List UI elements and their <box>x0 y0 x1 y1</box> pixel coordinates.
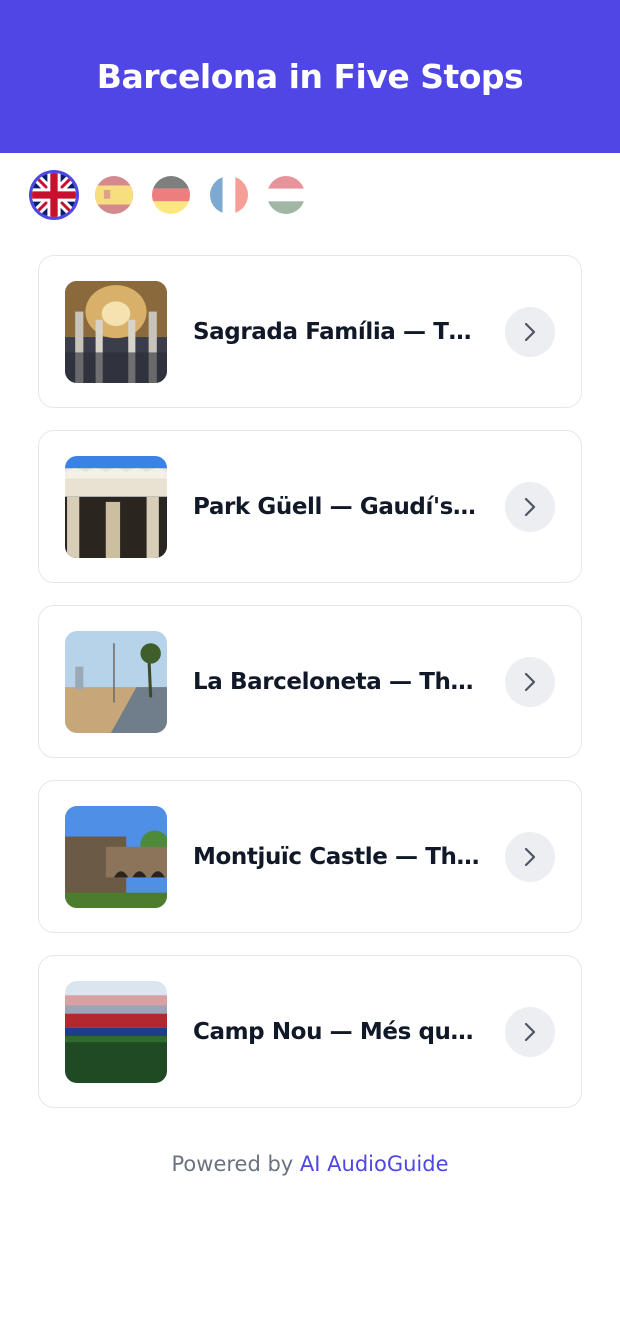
footer-prefix: Powered by <box>171 1152 294 1176</box>
open-stop-button[interactable] <box>505 656 555 707</box>
language-hu-button[interactable] <box>267 176 305 214</box>
stop-title: Sagrada Família — Th… <box>193 318 481 345</box>
language-es-button[interactable] <box>95 176 133 214</box>
open-stop-button[interactable] <box>505 481 555 532</box>
stop-title: La Barceloneta — The … <box>193 668 481 695</box>
hungary-flag-icon <box>267 176 305 214</box>
stop-card-barceloneta[interactable]: La Barceloneta — The … <box>38 605 582 758</box>
stop-card-montjuic-castle[interactable]: Montjuïc Castle — The… <box>38 780 582 933</box>
france-flag-icon <box>210 176 248 214</box>
footer: Powered by AI AudioGuide <box>0 1152 620 1176</box>
chevron-right-icon <box>524 847 536 866</box>
camp-nou-thumbnail <box>65 980 167 1083</box>
sagrada-familia-thumbnail <box>65 280 167 383</box>
page-header: Barcelona in Five Stops <box>0 0 620 153</box>
open-stop-button[interactable] <box>505 306 555 357</box>
language-de-button[interactable] <box>152 176 190 214</box>
spain-flag-icon <box>95 176 133 214</box>
barceloneta-thumbnail <box>65 630 167 733</box>
montjuic-castle-thumbnail <box>65 805 167 908</box>
chevron-right-icon <box>524 497 536 516</box>
stops-list: Sagrada Família — Th… Park Güell — Gaudí… <box>0 255 620 1108</box>
stop-title: Camp Nou — Més que … <box>193 1018 481 1045</box>
stop-card-camp-nou[interactable]: Camp Nou — Més que … <box>38 955 582 1108</box>
uk-flag-icon <box>32 173 76 217</box>
chevron-right-icon <box>524 322 536 341</box>
chevron-right-icon <box>524 1022 536 1041</box>
chevron-right-icon <box>524 672 536 691</box>
stop-card-sagrada-familia[interactable]: Sagrada Família — Th… <box>38 255 582 408</box>
germany-flag-icon <box>152 176 190 214</box>
language-en-button[interactable] <box>32 173 76 217</box>
brand-link[interactable]: AI AudioGuide <box>300 1152 449 1176</box>
language-selector <box>0 153 620 255</box>
stop-card-park-guell[interactable]: Park Güell — Gaudí's G… <box>38 430 582 583</box>
open-stop-button[interactable] <box>505 1006 555 1057</box>
park-guell-thumbnail <box>65 455 167 558</box>
stop-title: Montjuïc Castle — The… <box>193 843 481 870</box>
open-stop-button[interactable] <box>505 831 555 882</box>
language-fr-button[interactable] <box>210 176 248 214</box>
stop-title: Park Güell — Gaudí's G… <box>193 493 481 520</box>
page-title: Barcelona in Five Stops <box>96 57 524 96</box>
